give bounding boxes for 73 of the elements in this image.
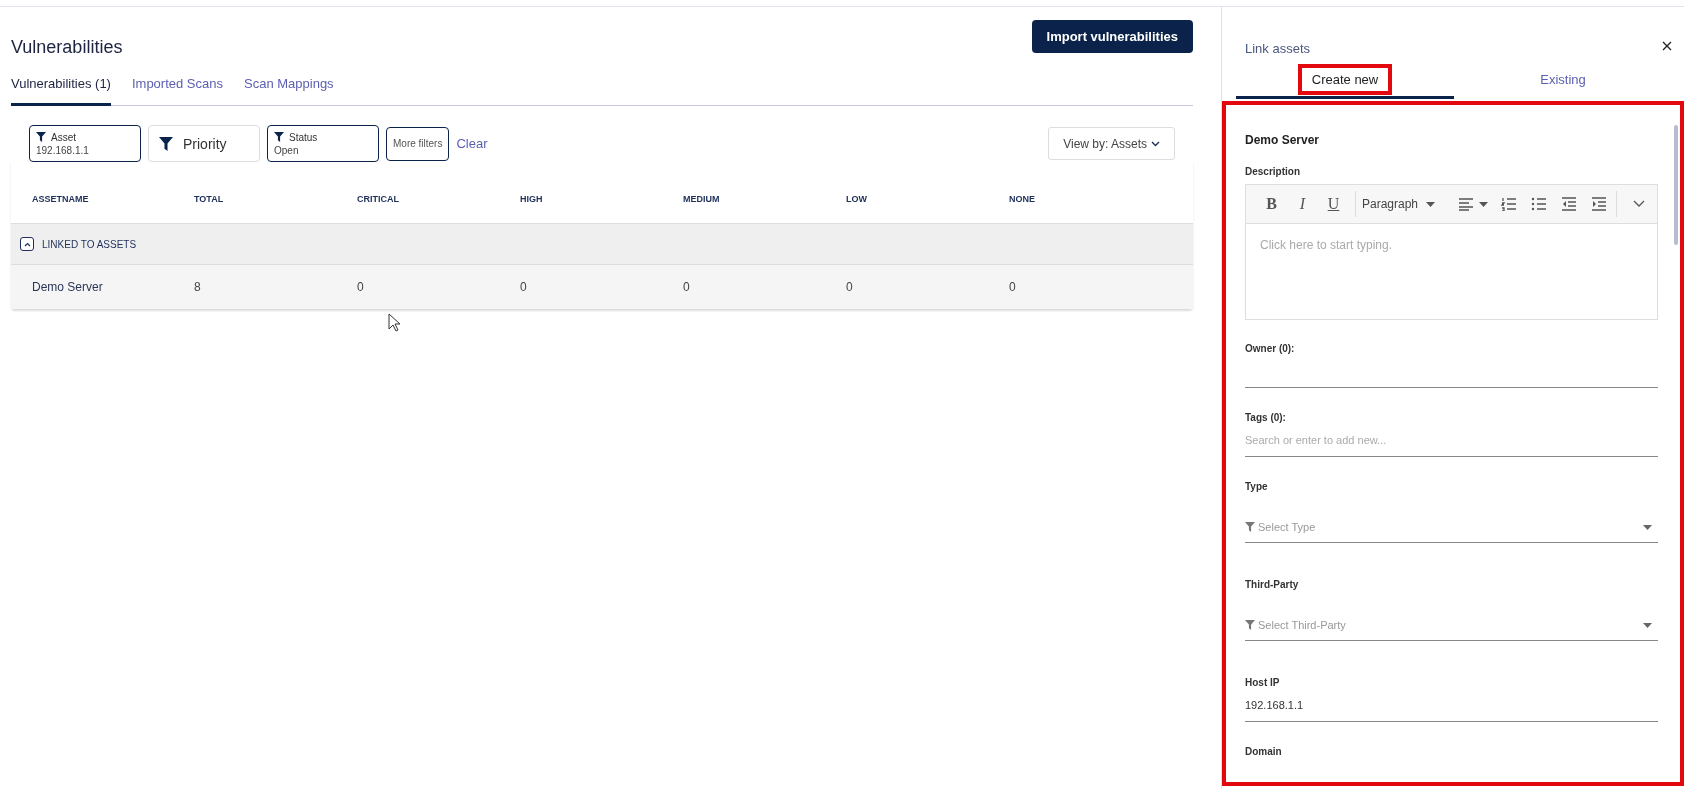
close-icon[interactable]: [1662, 41, 1672, 51]
align-icon[interactable]: [1458, 197, 1475, 211]
paragraph-dropdown[interactable]: Paragraph: [1362, 197, 1436, 211]
editor-placeholder: Click here to start typing.: [1259, 237, 1394, 254]
table-cell: 0: [846, 280, 853, 294]
format-button[interactable]: U: [1318, 195, 1349, 213]
view-by-dropdown[interactable]: View by: Assets: [1048, 127, 1175, 160]
text-field[interactable]: 192.168.1.1: [1245, 688, 1658, 722]
filter-value: 192.168.1.1: [36, 144, 90, 156]
filter-icon: [1245, 521, 1255, 533]
page-title: Vulnerabilities: [11, 37, 123, 58]
panel-title: Link assets: [1245, 41, 1311, 56]
column-header: ASSETNAME: [32, 193, 90, 206]
field-label: Host IP: [1245, 677, 1281, 688]
tab[interactable]: Vulnerabilities (1): [11, 70, 111, 106]
numbered-list-icon[interactable]: [1501, 197, 1518, 211]
filter-label: Asset: [51, 131, 76, 143]
field-label: Owner (0):: [1245, 343, 1296, 354]
select-placeholder: Select Third-Party: [1258, 619, 1346, 631]
caret-icon[interactable]: [1479, 201, 1489, 207]
indent-icon[interactable]: [1591, 197, 1608, 211]
filter-icon: [36, 132, 46, 142]
filter-icon: [274, 132, 284, 142]
filter-chip[interactable]: Status Open: [267, 125, 379, 162]
format-button[interactable]: I: [1287, 195, 1318, 213]
tab[interactable]: Existing: [1454, 66, 1672, 99]
outdent-icon[interactable]: [1561, 197, 1578, 211]
format-button[interactable]: B: [1256, 195, 1287, 213]
filter-chip[interactable]: Asset 192.168.1.1: [29, 125, 141, 162]
field-label: Third-Party: [1245, 579, 1300, 590]
table-cell: 8: [194, 280, 201, 294]
field-label: Domain: [1245, 746, 1283, 757]
filter-icon: [159, 136, 173, 151]
asset-name: Demo Server: [1245, 133, 1321, 147]
filter-label: Priority: [183, 135, 227, 152]
column-header: NONE: [1009, 193, 1036, 206]
caret-icon: [1643, 622, 1652, 628]
field-label: Type: [1245, 481, 1269, 492]
column-header: LOW: [846, 193, 868, 206]
column-header: CRITICAL: [357, 193, 400, 206]
chevron-down-icon[interactable]: [1633, 200, 1645, 208]
table-cell: Demo Server: [32, 280, 103, 294]
mouse-pointer-icon: [388, 313, 400, 332]
chevron-down-icon: [1151, 140, 1160, 147]
bullet-list-icon[interactable]: [1531, 197, 1548, 211]
column-header: HIGH: [520, 193, 544, 206]
column-header: MEDIUM: [683, 193, 721, 206]
filter-chip[interactable]: Priority: [148, 125, 260, 162]
collapse-toggle[interactable]: [20, 237, 34, 251]
table-cell: 0: [357, 280, 364, 294]
table-cell: 0: [520, 280, 527, 294]
import-vulnerabilities-button[interactable]: Import vulnerabilities: [1031, 20, 1193, 53]
filter-value: Open: [274, 144, 300, 156]
group-label: LINKED TO ASSETS: [42, 238, 137, 250]
select-placeholder: Select Type: [1258, 521, 1316, 533]
text-field[interactable]: Search or enter to add new...: [1245, 423, 1658, 457]
chevron-icon: [23, 241, 31, 247]
scrollbar[interactable]: [1674, 125, 1678, 245]
caret-icon: [1643, 524, 1652, 530]
table-cell: 0: [683, 280, 690, 294]
field-label: Description: [1245, 166, 1301, 177]
rich-text-editor[interactable]: B I U Paragraph Click here to start typing.: [1245, 184, 1658, 320]
caret-icon: [1426, 201, 1436, 207]
tab[interactable]: Imported Scans: [131, 70, 223, 106]
clear-link[interactable]: Clear: [456, 136, 488, 151]
field-label: Tags (0):: [1245, 412, 1287, 423]
column-header: TOTAL: [194, 193, 225, 206]
table-cell: 0: [1009, 280, 1016, 294]
filter-icon: [1245, 619, 1255, 631]
filter-label: Status: [289, 131, 318, 143]
tab[interactable]: Scan Mappings: [244, 70, 334, 106]
tab[interactable]: Create new: [1236, 66, 1454, 99]
more-filters-button[interactable]: More filters: [386, 126, 450, 161]
